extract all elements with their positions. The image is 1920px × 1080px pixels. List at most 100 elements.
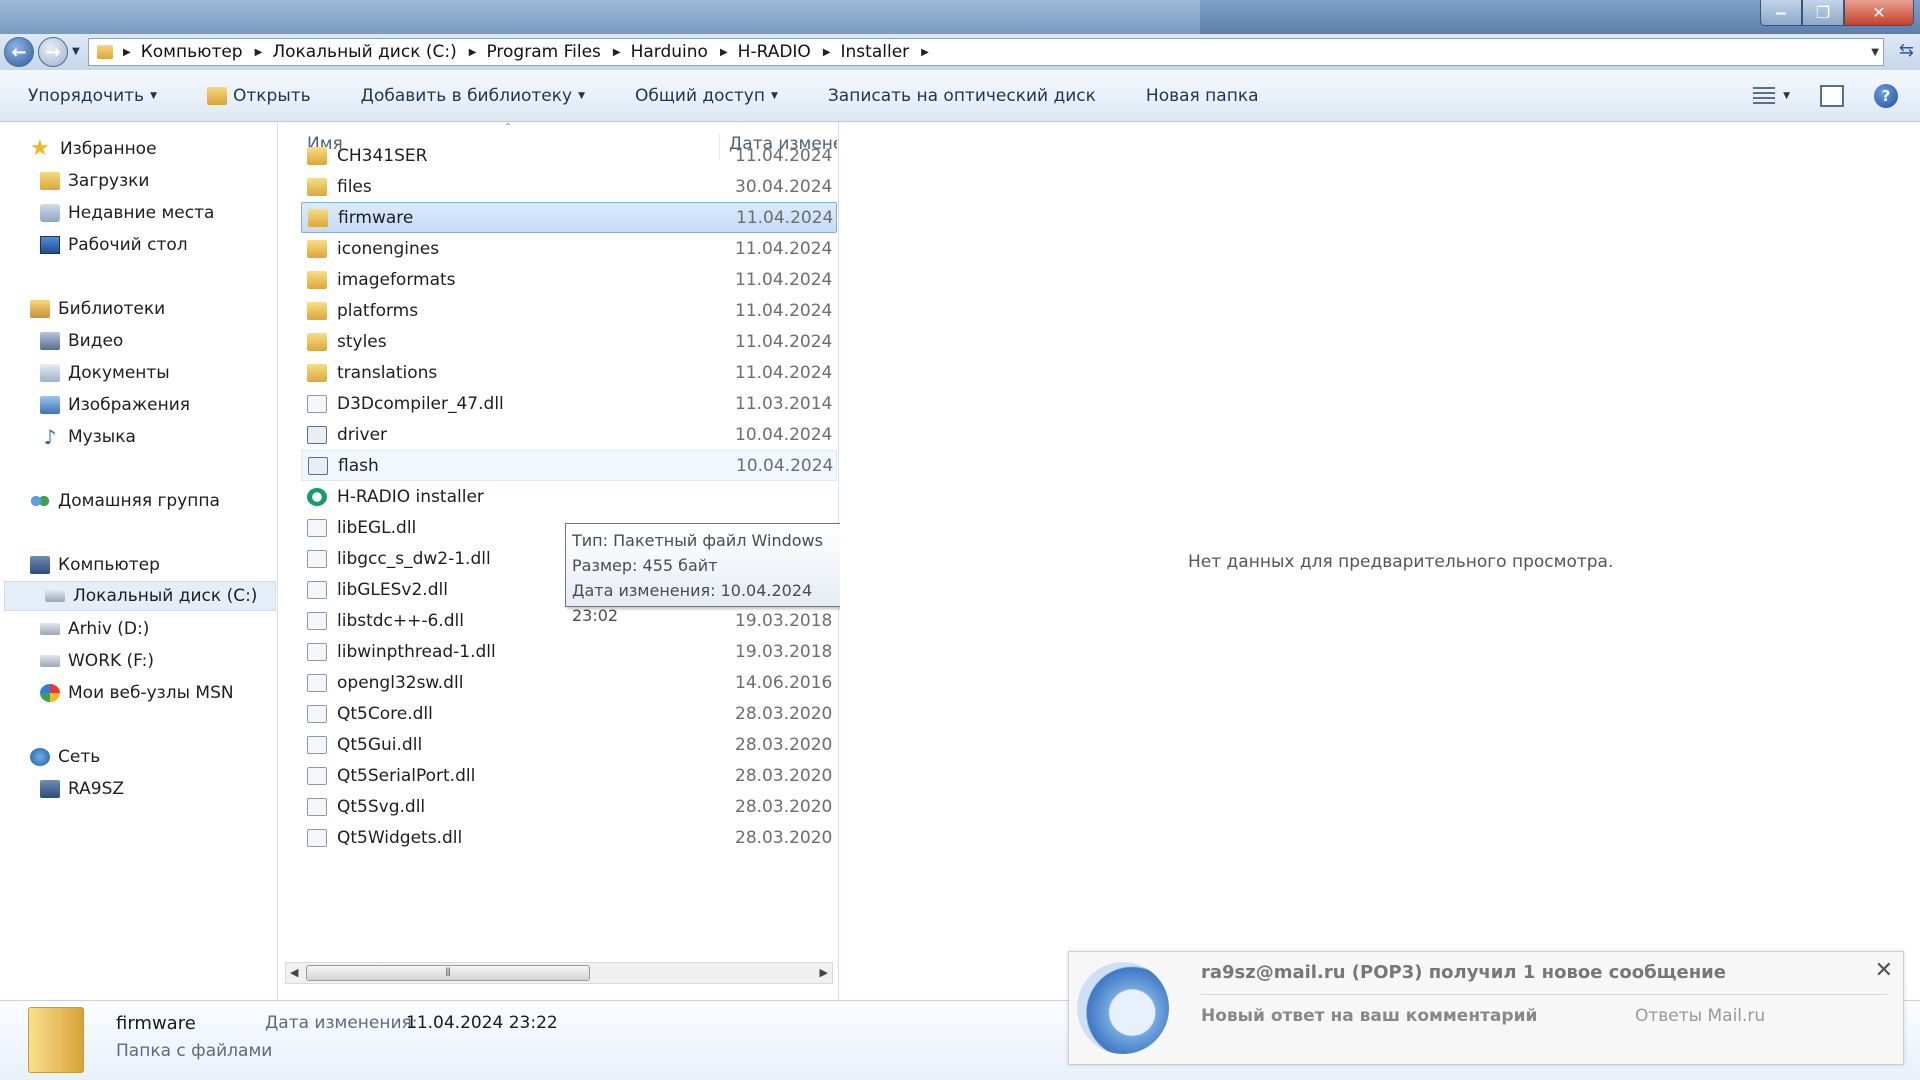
view-options-icon[interactable]	[1753, 87, 1776, 105]
scrollbar-thumb[interactable]: ⦀	[306, 965, 590, 981]
breadcrumb-drive-c[interactable]: Локальный диск (C:) ▶	[272, 42, 486, 62]
file-row[interactable]: imageformats 11.04.2024 2	[301, 264, 837, 295]
nav-video[interactable]: Видео	[0, 326, 276, 356]
scroll-right-icon[interactable]: ▶	[820, 966, 828, 979]
refresh-icon[interactable]: ⇆	[1899, 40, 1914, 61]
forward-button[interactable]: →	[38, 37, 68, 67]
minimize-button[interactable]: ‒	[1760, 0, 1802, 26]
share-button[interactable]: Общий доступ ▼	[607, 86, 800, 106]
drive-icon	[40, 655, 60, 667]
file-row[interactable]: Qt5Core.dll 28.03.2020 0	[301, 698, 837, 729]
file-row[interactable]: styles 11.04.2024 2	[301, 326, 837, 357]
file-row[interactable]: flash 10.04.2024 2	[301, 450, 837, 481]
file-name: D3Dcompiler_47.dll	[337, 393, 504, 414]
file-row[interactable]: CH341SER 11.04.2024 2	[301, 140, 837, 171]
nav-downloads[interactable]: Загрузки	[0, 166, 276, 196]
nav-libraries[interactable]: Библиотеки	[0, 294, 276, 324]
file-name: Qt5Gui.dll	[337, 734, 423, 755]
nav-msn[interactable]: Мои веб-узлы MSN	[0, 678, 276, 708]
open-button[interactable]: Открыть	[179, 86, 333, 106]
add-to-library-button[interactable]: Добавить в библиотеку ▼	[333, 86, 607, 106]
burn-button[interactable]: Записать на оптический диск	[800, 86, 1118, 106]
nav-drive-c[interactable]: Локальный диск (C:)	[4, 581, 276, 611]
breadcrumb-program-files[interactable]: Program Files ▶	[486, 42, 630, 62]
breadcrumb-computer[interactable]: Компьютер ▶	[141, 42, 273, 62]
file-row[interactable]: D3Dcompiler_47.dll 11.03.2014 1	[301, 388, 837, 419]
file-name: Qt5Svg.dll	[337, 796, 426, 817]
file-name: Qt5Core.dll	[337, 703, 433, 724]
address-bar[interactable]: ▶ Компьютер ▶ Локальный диск (C:) ▶ Progra…	[88, 38, 1884, 66]
dll-file-icon	[307, 673, 327, 692]
tooltip-modified: Дата изменения: 10.04.2024 23:02	[572, 581, 813, 625]
file-row[interactable]: Qt5Gui.dll 28.03.2020 0	[301, 729, 837, 760]
nav-computer[interactable]: Компьютер	[0, 550, 276, 580]
file-row[interactable]: iconengines 11.04.2024 2	[301, 233, 837, 264]
notification-close-icon[interactable]: ✕	[1875, 958, 1893, 983]
nav-drive-f[interactable]: WORK (F:)	[0, 646, 276, 676]
nav-drive-d[interactable]: Arhiv (D:)	[0, 614, 276, 644]
help-icon[interactable]: ?	[1874, 84, 1898, 108]
breadcrumb-harduino[interactable]: Harduino ▶	[631, 42, 738, 62]
nav-desktop[interactable]: Рабочий стол	[0, 230, 276, 260]
file-row[interactable]: files 30.04.2024 9	[301, 171, 837, 202]
libraries-icon	[30, 300, 50, 318]
breadcrumb-h-radio[interactable]: H-RADIO ▶	[738, 42, 841, 62]
file-row[interactable]: Qt5Svg.dll 28.03.2020 0	[301, 791, 837, 822]
file-row[interactable]: firmware 11.04.2024 2	[301, 202, 837, 233]
dll-file-icon	[307, 642, 327, 661]
drive-icon	[40, 623, 60, 635]
new-folder-button[interactable]: Новая папка	[1118, 86, 1281, 106]
nav-documents[interactable]: Документы	[0, 358, 276, 388]
dll-file-icon	[307, 394, 327, 413]
breadcrumb-installer[interactable]: Installer ▶	[841, 42, 939, 62]
notification-divider	[1201, 994, 1887, 995]
address-dropdown-icon[interactable]: ▼	[1871, 47, 1879, 58]
tooltip-size: Размер: 455 байт	[572, 556, 718, 575]
file-name: Qt5Widgets.dll	[337, 827, 463, 848]
nav-network[interactable]: Сеть	[0, 742, 276, 772]
file-name: Qt5SerialPort.dll	[337, 765, 476, 786]
file-date: 30.04.2024 9	[735, 176, 835, 197]
history-dropdown[interactable]: ▼	[72, 46, 80, 57]
close-button[interactable]: ✕	[1844, 0, 1914, 26]
file-name: CH341SER	[337, 145, 428, 166]
organize-button[interactable]: Упорядочить ▼	[0, 86, 179, 106]
file-row[interactable]: Qt5SerialPort.dll 28.03.2020 0	[301, 760, 837, 791]
back-button[interactable]: ←	[4, 37, 34, 67]
file-row[interactable]: opengl32sw.dll 14.06.2016 1	[301, 667, 837, 698]
file-date: 10.04.2024 1	[735, 424, 835, 445]
file-row[interactable]: driver 10.04.2024 1	[301, 419, 837, 450]
folder-icon	[307, 239, 327, 258]
video-icon	[40, 332, 60, 350]
sort-arrow-icon: ⌃	[504, 122, 513, 133]
file-row[interactable]: Qt5Widgets.dll 28.03.2020 0	[301, 822, 837, 853]
preview-pane-icon[interactable]	[1820, 85, 1844, 107]
scroll-left-icon[interactable]: ◀	[290, 966, 298, 979]
file-name: flash	[338, 455, 379, 476]
file-row[interactable]: translations 11.04.2024 2	[301, 357, 837, 388]
thunderbird-icon	[1077, 962, 1169, 1054]
dll-file-icon	[307, 797, 327, 816]
nav-images[interactable]: Изображения	[0, 390, 276, 420]
command-bar-right: ▼ ?	[1753, 70, 1920, 122]
file-row[interactable]: platforms 11.04.2024 2	[301, 295, 837, 326]
nav-network-pc[interactable]: RA9SZ	[0, 774, 276, 804]
file-name: files	[337, 176, 372, 197]
nav-favorites[interactable]: ★ Избранное	[0, 134, 276, 164]
file-row[interactable]: libwinpthread-1.dll 19.03.2018 1	[301, 636, 837, 667]
file-name: iconengines	[337, 238, 440, 259]
horizontal-scrollbar[interactable]: ◀ ⦀ ▶	[285, 962, 833, 984]
view-caret-icon[interactable]: ▼	[1783, 91, 1790, 101]
dll-file-icon	[307, 580, 327, 599]
file-date: 28.03.2020 0	[735, 765, 835, 786]
nav-homegroup[interactable]: Домашняя группа	[0, 486, 276, 516]
nav-recent-places[interactable]: Недавние места	[0, 198, 276, 228]
file-row[interactable]: H-RADIO installer	[301, 481, 837, 512]
mail-notification[interactable]: ra9sz@mail.ru (POP3) получил 1 новое соо…	[1068, 951, 1904, 1065]
dll-file-icon	[307, 549, 327, 568]
breadcrumb-sep-root[interactable]: ▶	[123, 47, 141, 58]
downloads-folder-icon	[40, 172, 60, 190]
maximize-button[interactable]: ❐	[1802, 0, 1844, 26]
arrow-left-icon: ←	[11, 41, 27, 63]
nav-music[interactable]: ♪ Музыка	[0, 422, 276, 452]
